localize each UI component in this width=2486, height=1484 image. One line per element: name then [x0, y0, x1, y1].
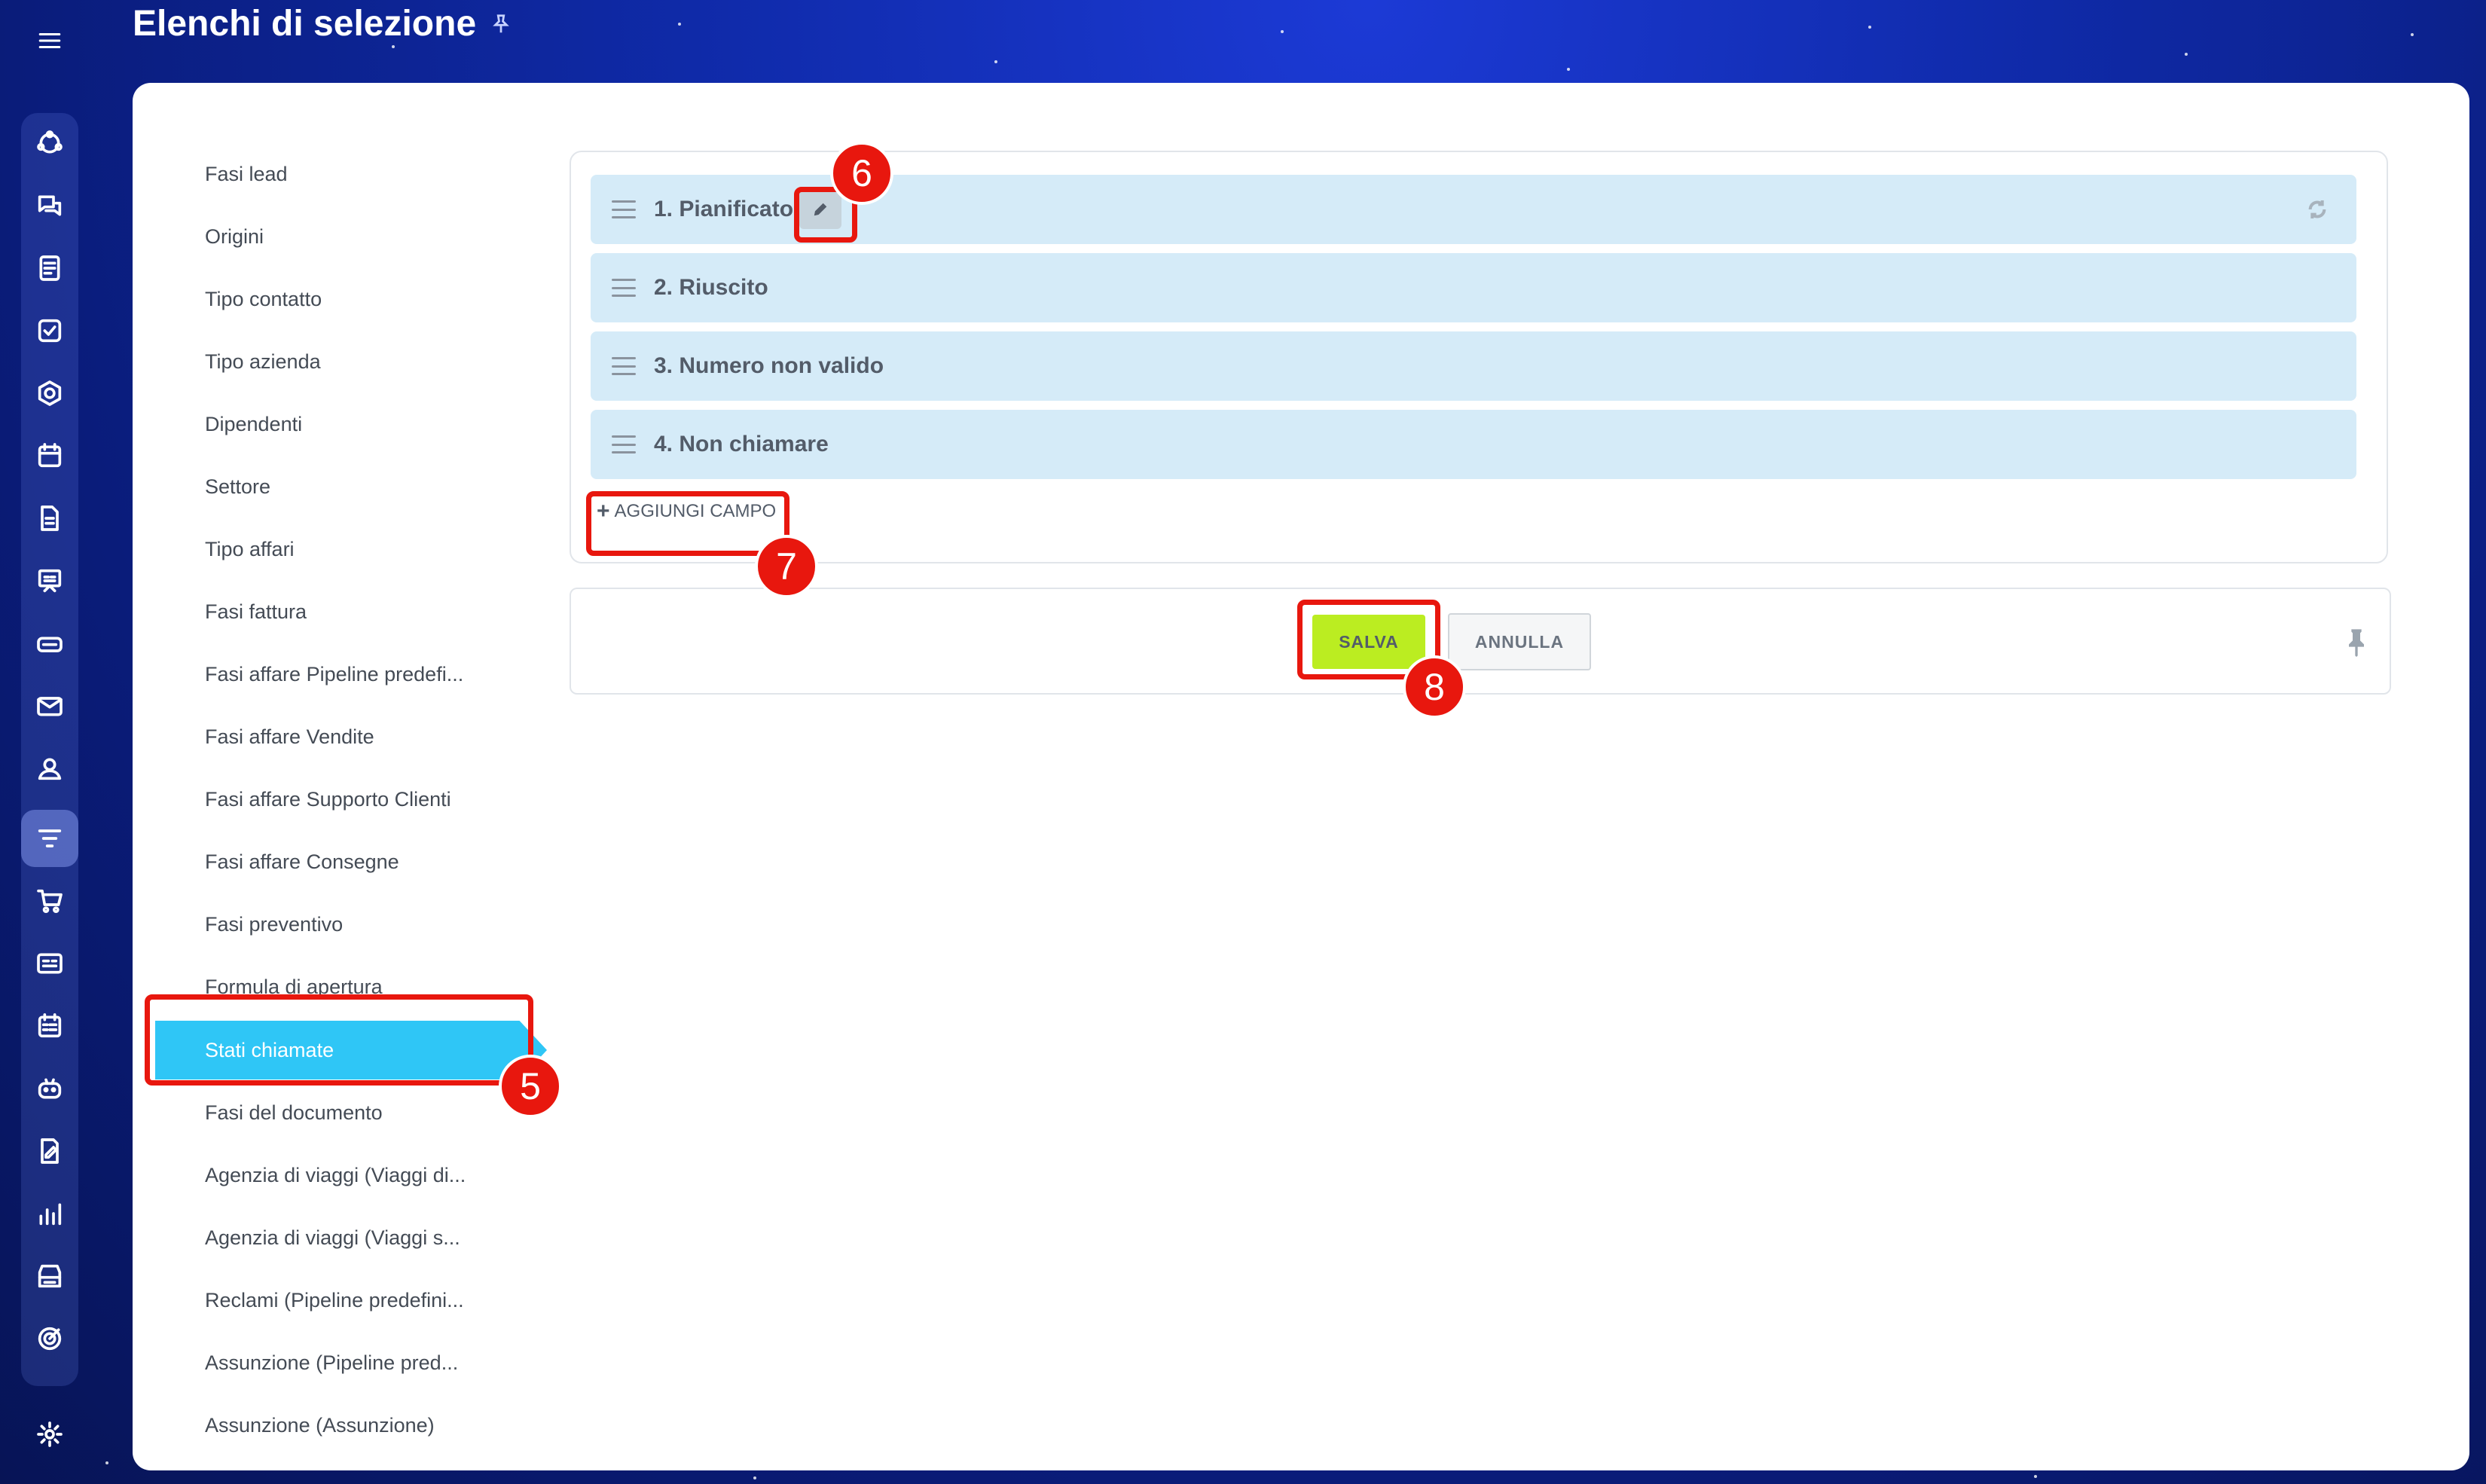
target-icon[interactable]: [21, 1310, 78, 1367]
drag-handle-icon[interactable]: [612, 279, 636, 297]
drag-handle-icon[interactable]: [612, 200, 636, 218]
menu-item[interactable]: Assunzione (Assunzione): [155, 1394, 547, 1457]
main-card: Fasi lead Origini Tipo contatto Tipo azi…: [133, 83, 2469, 1470]
chat-icon[interactable]: [21, 177, 78, 234]
callout-badge: 8: [1403, 655, 1466, 719]
inventory-icon[interactable]: [21, 615, 78, 672]
menu-item[interactable]: Reclami (Pipeline predefini...: [155, 1269, 547, 1332]
sign-icon[interactable]: [21, 1122, 78, 1180]
field-row[interactable]: 3. Numero non valido: [591, 331, 2356, 401]
presentation-icon[interactable]: [21, 552, 78, 609]
field-row[interactable]: 4. Non chiamare: [591, 410, 2356, 479]
cart-icon[interactable]: [21, 872, 78, 930]
callout-badge: 7: [755, 535, 818, 598]
highlight-box-7: [586, 491, 789, 556]
mail-icon[interactable]: [21, 677, 78, 734]
funnel-icon[interactable]: [21, 810, 78, 867]
menu-item[interactable]: Assunzione (Pipeline pred...: [155, 1332, 547, 1394]
pin-panel-icon[interactable]: [2344, 627, 2368, 657]
page-title: Elenchi di selezione: [133, 3, 512, 44]
menu-item[interactable]: Fasi affare Supporto Clienti: [155, 768, 547, 831]
menu-item[interactable]: Tipo azienda: [155, 331, 547, 393]
menu-item[interactable]: Fasi affare Vendite: [155, 706, 547, 768]
menu-item[interactable]: Fasi fattura: [155, 581, 547, 643]
list-type-menu: Fasi lead Origini Tipo contatto Tipo azi…: [155, 143, 547, 1457]
callout-badge: 5: [499, 1055, 562, 1118]
menu-item[interactable]: Agenzia di viaggi (Viaggi di...: [155, 1144, 547, 1207]
menu-item[interactable]: Fasi lead: [155, 143, 547, 206]
menu-item[interactable]: Tipo affari: [155, 518, 547, 581]
cancel-button[interactable]: ANNULLA: [1448, 613, 1591, 670]
field-label: 4. Non chiamare: [654, 432, 829, 456]
tasks-icon[interactable]: [21, 302, 78, 359]
calendar-icon[interactable]: [21, 427, 78, 484]
crm-icon[interactable]: [21, 115, 78, 172]
field-label: 3. Numero non valido: [654, 353, 884, 378]
store-icon[interactable]: [21, 1247, 78, 1305]
menu-item[interactable]: Tipo contatto: [155, 268, 547, 331]
menu-icon[interactable]: [21, 12, 78, 69]
menu-item[interactable]: Origini: [155, 206, 547, 268]
menu-item[interactable]: Agenzia di viaggi (Viaggi s...: [155, 1207, 547, 1269]
field-label: 1. Pianificato: [654, 197, 794, 221]
menu-item[interactable]: Fasi affare Pipeline predefi...: [155, 643, 547, 706]
menu-item[interactable]: Fasi affare Consegne: [155, 831, 547, 893]
contacts-icon[interactable]: [21, 740, 78, 797]
card-icon[interactable]: [21, 935, 78, 992]
docs-icon[interactable]: [21, 490, 78, 547]
feed-icon[interactable]: [21, 240, 78, 297]
callout-badge: 6: [830, 142, 893, 205]
settings-icon[interactable]: [21, 1406, 78, 1463]
menu-item[interactable]: Dipendenti: [155, 393, 547, 456]
menu-item[interactable]: Fasi del documento: [155, 1082, 547, 1144]
field-label: 2. Riuscito: [654, 275, 768, 300]
menu-item[interactable]: Fasi preventivo: [155, 893, 547, 956]
schedule-icon[interactable]: [21, 997, 78, 1055]
action-bar: SALVA ANNULLA: [570, 588, 2391, 695]
drag-handle-icon[interactable]: [612, 357, 636, 375]
reset-icon[interactable]: [2305, 197, 2329, 221]
highlight-box-5: [145, 994, 533, 1086]
menu-item[interactable]: Settore: [155, 456, 547, 518]
analytics-icon[interactable]: [21, 1185, 78, 1242]
sites-icon[interactable]: [21, 365, 78, 422]
field-row[interactable]: 2. Riuscito: [591, 253, 2356, 322]
left-rail: [0, 0, 99, 1484]
robot-icon[interactable]: [21, 1060, 78, 1117]
pin-icon[interactable]: [490, 13, 512, 35]
drag-handle-icon[interactable]: [612, 435, 636, 453]
page-title-text: Elenchi di selezione: [133, 4, 477, 44]
